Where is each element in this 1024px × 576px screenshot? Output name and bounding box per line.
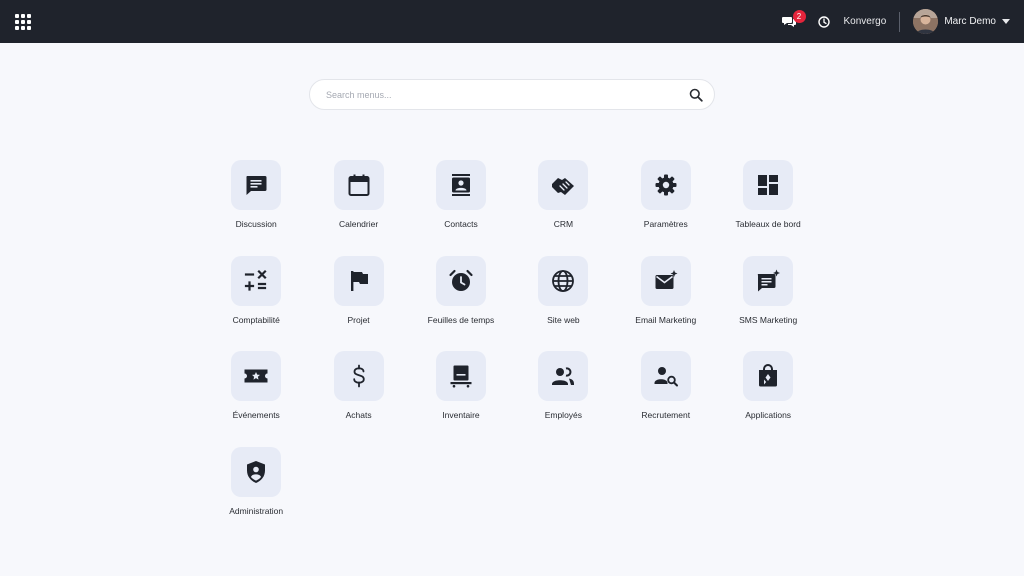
ticket-icon xyxy=(244,369,268,383)
app-contacts[interactable]: Contacts xyxy=(410,160,512,256)
app-discussion[interactable]: Discussion xyxy=(205,160,307,256)
app-parametres[interactable]: Paramètres xyxy=(615,160,717,256)
app-tile xyxy=(231,255,282,306)
app-projet[interactable]: Projet xyxy=(307,255,409,352)
app-label: Employés xyxy=(544,410,583,420)
search-input[interactable] xyxy=(326,86,666,104)
gear-icon xyxy=(655,174,677,196)
app-tile xyxy=(640,160,691,210)
sms-sparkle-icon xyxy=(757,269,781,291)
grid-icon[interactable] xyxy=(15,13,31,30)
app-tile xyxy=(743,351,794,401)
app-calendrier[interactable]: Calendrier xyxy=(307,160,409,256)
app-tile xyxy=(435,255,486,306)
calculator-icon xyxy=(245,269,267,291)
app-achats[interactable]: Achats xyxy=(307,351,409,447)
app-inventaire[interactable]: Inventaire xyxy=(410,351,512,447)
app-tile xyxy=(640,351,691,401)
avatar xyxy=(913,9,939,34)
dashboard-icon xyxy=(758,175,779,195)
app-label: CRM xyxy=(553,219,574,229)
top-navbar: 2 Konvergo Marc Demo xyxy=(0,0,1024,43)
app-evenements[interactable]: Événements xyxy=(205,351,307,447)
search-icon[interactable] xyxy=(689,88,703,102)
app-tableaux-de-bord[interactable]: Tableaux de bord xyxy=(717,160,819,256)
app-tile xyxy=(435,351,486,401)
app-comptabilite[interactable]: Comptabilité xyxy=(205,255,307,352)
alarm-clock-icon xyxy=(449,269,473,291)
app-label: Applications xyxy=(745,410,792,420)
app-label: Email Marketing xyxy=(635,314,697,325)
search-bar xyxy=(309,79,715,110)
app-grid: Discussion Calendrier Contacts CRM Param… xyxy=(205,160,819,542)
app-tile xyxy=(538,351,589,401)
app-employes[interactable]: Employés xyxy=(512,351,614,447)
app-label: Événements xyxy=(232,410,280,420)
messages-button[interactable]: 2 xyxy=(781,9,806,31)
handshake-icon xyxy=(552,178,575,195)
app-tile xyxy=(640,255,691,306)
flag-icon xyxy=(350,270,368,291)
app-administration[interactable]: Administration xyxy=(205,446,307,543)
app-tile xyxy=(231,160,282,210)
message-icon xyxy=(246,176,267,195)
email-sparkle-icon xyxy=(655,269,678,289)
app-label: Administration xyxy=(229,505,284,516)
app-label: Inventaire xyxy=(442,410,480,420)
app-email-marketing[interactable]: Email Marketing xyxy=(615,255,717,352)
user-menu[interactable]: Marc Demo xyxy=(913,9,1010,34)
app-label: Contacts xyxy=(444,219,478,229)
app-label: Calendrier xyxy=(338,219,379,229)
user-name: Marc Demo xyxy=(944,16,996,27)
app-label: Projet xyxy=(347,314,370,325)
dollar-icon xyxy=(352,364,365,388)
contact-card-icon xyxy=(451,174,470,196)
message-count-badge: 2 xyxy=(792,9,806,23)
globe-icon xyxy=(552,269,575,292)
topbar-right: 2 Konvergo Marc Demo xyxy=(781,0,1010,43)
app-applications[interactable]: Applications xyxy=(717,351,819,447)
inventory-icon xyxy=(450,365,472,388)
app-tile xyxy=(333,351,384,401)
app-feuilles-de-temps[interactable]: Feuilles de temps xyxy=(410,255,512,352)
company-switcher[interactable]: Konvergo xyxy=(844,16,887,27)
app-label: Comptabilité xyxy=(232,314,280,325)
people-search-icon xyxy=(654,367,678,387)
app-tile xyxy=(743,255,794,306)
app-label: SMS Marketing xyxy=(739,314,798,325)
app-label: Site web xyxy=(547,314,580,325)
shopping-bag-icon xyxy=(759,364,778,387)
app-tile xyxy=(231,446,282,497)
app-tile xyxy=(231,351,282,401)
app-sms-marketing[interactable]: SMS Marketing xyxy=(717,255,819,352)
app-label: Paramètres xyxy=(643,219,688,229)
app-tile xyxy=(538,160,589,210)
app-recrutement[interactable]: Recrutement xyxy=(615,351,717,447)
app-tile xyxy=(333,160,384,210)
calendar-icon xyxy=(348,174,370,196)
app-label: Feuilles de temps xyxy=(427,314,495,325)
shield-user-icon xyxy=(247,460,266,483)
clock-icon[interactable] xyxy=(817,15,830,28)
app-tile xyxy=(333,255,384,306)
topbar-divider xyxy=(899,11,901,32)
app-label: Tableaux de bord xyxy=(735,219,801,229)
app-tile xyxy=(435,160,486,210)
app-tile xyxy=(743,160,794,210)
app-site-web[interactable]: Site web xyxy=(512,255,614,352)
app-label: Achats xyxy=(345,410,372,420)
app-tile xyxy=(538,255,589,306)
people-icon xyxy=(552,367,575,385)
caret-down-icon xyxy=(1002,19,1010,24)
app-label: Recrutement xyxy=(641,410,691,420)
app-label: Discussion xyxy=(235,219,277,229)
app-crm[interactable]: CRM xyxy=(512,160,614,256)
